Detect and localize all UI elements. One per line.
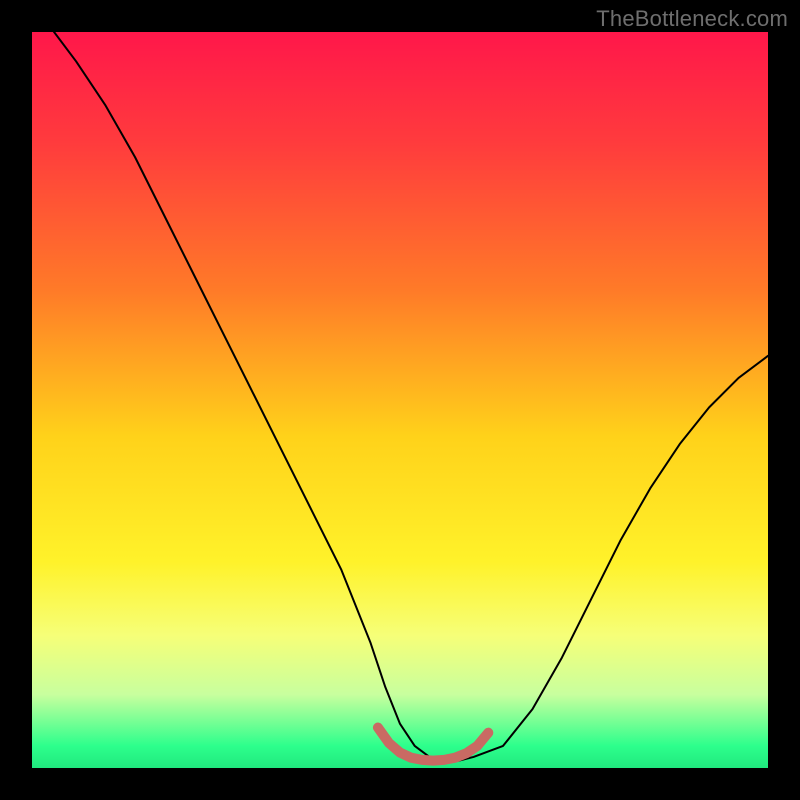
chart-svg xyxy=(32,32,768,768)
watermark-text: TheBottleneck.com xyxy=(596,6,788,32)
chart-stage: TheBottleneck.com xyxy=(0,0,800,800)
plot-area xyxy=(32,32,768,768)
background-gradient xyxy=(32,32,768,768)
